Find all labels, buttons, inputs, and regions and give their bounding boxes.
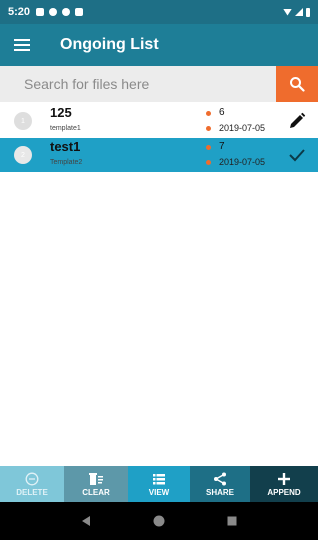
selected-check-button[interactable] [286,144,308,166]
search-bar [0,66,318,102]
share-icon [214,472,226,485]
list-item[interactable]: 2 test1 Template2 7 2019-07-05 [0,138,318,172]
settings-notification-icon [49,8,58,16]
date-dot [206,126,211,131]
view-button[interactable]: VIEW [128,466,190,502]
item-title: test1 [50,139,81,154]
bottom-action-bar: DELETE CLEAR VIEW SHARE APPEND [0,466,318,502]
list-view-icon [153,473,165,484]
item-template: Template2 [50,159,83,166]
item-date: 2019-07-05 [219,157,266,167]
file-list: 1 125 template1 6 2019-07-05 2 test1 Tem… [0,104,318,172]
shield-notification-icon [62,8,71,16]
signal-icon [295,8,303,16]
app-bar: Ongoing List [0,24,318,66]
recents-icon[interactable] [226,515,238,527]
date-dot [206,160,211,165]
item-date: 2019-07-05 [219,123,266,133]
notification-icons [36,8,84,16]
clear-list-icon [89,472,103,485]
minus-circle-icon [25,472,39,485]
wifi-icon [283,8,292,16]
clipboard-notification-icon [75,8,84,16]
share-label: SHARE [205,487,234,497]
edit-button[interactable] [286,110,308,132]
clear-button[interactable]: CLEAR [64,466,128,502]
clear-label: CLEAR [82,487,110,497]
item-count: 7 [219,141,225,152]
clock: 5:20 [8,6,31,18]
item-title: 125 [50,105,72,120]
system-nav-bar [0,502,318,540]
battery-icon [306,7,310,17]
page-title: Ongoing List [60,36,159,53]
append-button[interactable]: APPEND [250,466,318,502]
index-badge: 2 [14,146,32,164]
back-icon[interactable] [80,515,92,527]
count-dot [206,111,211,116]
notification-icon [36,8,45,16]
append-label: APPEND [267,487,301,497]
check-icon [289,149,305,162]
pencil-icon [290,112,306,128]
plus-icon [278,472,290,485]
home-icon[interactable] [153,515,165,527]
system-icons [283,7,310,17]
item-count: 6 [219,107,225,118]
delete-button[interactable]: DELETE [0,466,64,502]
item-template: template1 [50,125,81,132]
index-badge: 1 [14,112,32,130]
share-button[interactable]: SHARE [190,466,250,502]
delete-label: DELETE [16,487,48,497]
list-item[interactable]: 1 125 template1 6 2019-07-05 [0,104,318,138]
search-icon [290,77,305,92]
status-bar: 5:20 [0,0,318,24]
count-dot [206,145,211,150]
hamburger-icon[interactable] [14,39,30,51]
view-label: VIEW [148,487,170,497]
search-button[interactable] [276,66,318,102]
search-input[interactable] [0,66,276,102]
